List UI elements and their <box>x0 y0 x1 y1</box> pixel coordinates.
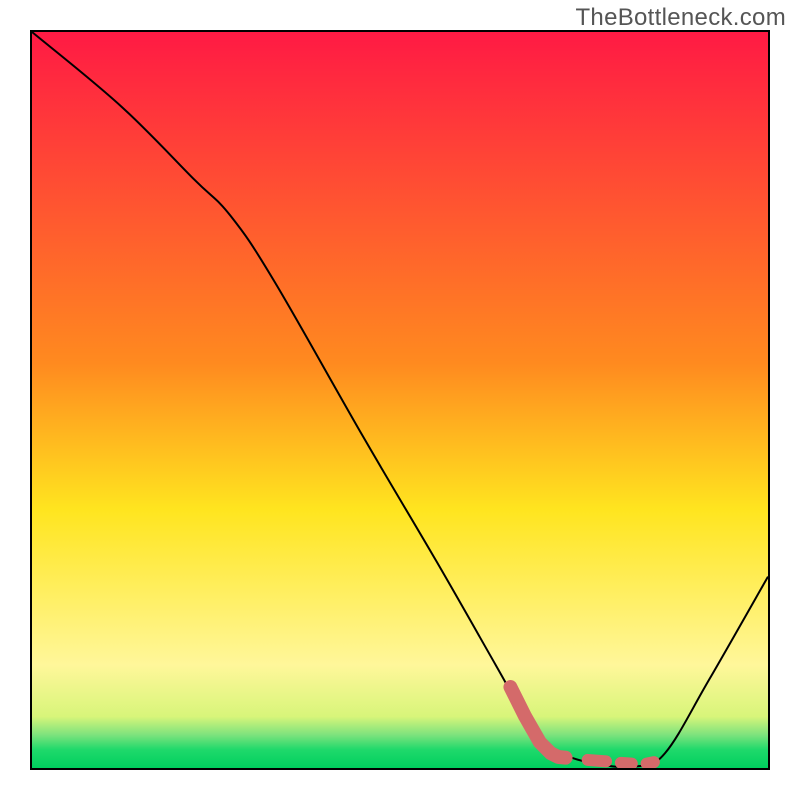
main-curve <box>32 32 768 767</box>
highlight-segment <box>510 687 565 758</box>
chart-curve <box>32 32 768 768</box>
watermark-text: TheBottleneck.com <box>575 4 786 32</box>
plot-area <box>30 30 770 770</box>
highlight-segment <box>588 760 606 761</box>
highlight-segment <box>621 763 632 764</box>
highlight-curve <box>510 687 654 764</box>
chart-container: TheBottleneck.com <box>0 0 800 800</box>
highlight-segment <box>647 762 654 763</box>
